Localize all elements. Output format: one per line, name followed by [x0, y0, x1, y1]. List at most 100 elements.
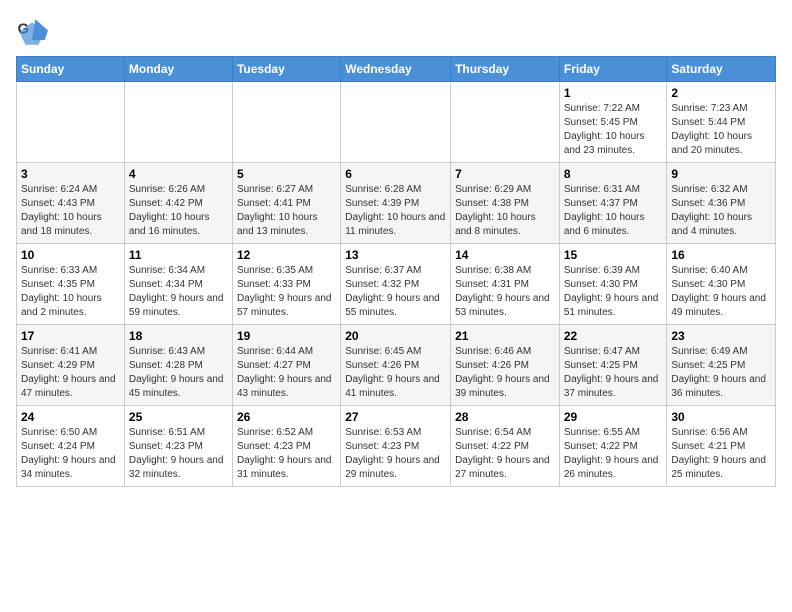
calendar-cell: 25Sunrise: 6:51 AM Sunset: 4:23 PM Dayli… [124, 406, 232, 487]
day-info: Sunrise: 6:28 AM Sunset: 4:39 PM Dayligh… [345, 183, 446, 239]
calendar-cell: 20 Sunrise: 6:45 AM Sunset: 4:26 PM Dayli… [341, 325, 451, 406]
day-number: 16 [671, 248, 771, 262]
weekday-header: Sunday [17, 57, 125, 82]
calendar-cell: 15 Sunrise: 6:39 AM Sunset: 4:30 PM Dayli… [559, 244, 667, 325]
day-info: Sunrise: 6:49 AM Sunset: 4:25 PM Dayligh… [671, 345, 771, 401]
calendar-cell: 8Sunrise: 6:31 AM Sunset: 4:37 PM Daylig… [559, 163, 667, 244]
day-number: 19 [237, 329, 336, 343]
calendar-cell: 12Sunrise: 6:35 AM Sunset: 4:33 PM Dayli… [232, 244, 340, 325]
day-info: Sunrise: 6:37 AM Sunset: 4:32 PM Dayligh… [345, 264, 446, 320]
day-number: 13 [345, 248, 446, 262]
day-number: 30 [671, 410, 771, 424]
day-number: 29 [564, 410, 663, 424]
logo: G [16, 16, 52, 48]
day-info: Sunrise: 6:34 AM Sunset: 4:34 PM Dayligh… [129, 264, 228, 320]
weekday-header: Monday [124, 57, 232, 82]
calendar-cell [17, 82, 125, 163]
calendar-cell: 24 Sunrise: 6:50 AM Sunset: 4:24 PM Dayli… [17, 406, 125, 487]
day-info: Sunrise: 6:39 AM Sunset: 4:30 PM Dayligh… [564, 264, 663, 320]
day-number: 3 [21, 167, 120, 181]
calendar-cell: 5Sunrise: 6:27 AM Sunset: 4:41 PM Daylig… [232, 163, 340, 244]
day-number: 9 [671, 167, 771, 181]
day-info: Sunrise: 7:23 AM Sunset: 5:44 PM Dayligh… [671, 102, 771, 158]
day-info: Sunrise: 6:38 AM Sunset: 4:31 PM Dayligh… [455, 264, 555, 320]
day-number: 10 [21, 248, 120, 262]
calendar-cell [341, 82, 451, 163]
day-number: 23 [671, 329, 771, 343]
day-info: Sunrise: 6:41 AM Sunset: 4:29 PM Dayligh… [21, 345, 120, 401]
calendar-cell: 21 Sunrise: 6:46 AM Sunset: 4:26 PM Dayli… [451, 325, 560, 406]
weekday-row: SundayMondayTuesdayWednesdayThursdayFrid… [17, 57, 776, 82]
calendar-cell: 11 Sunrise: 6:34 AM Sunset: 4:34 PM Dayli… [124, 244, 232, 325]
day-number: 1 [564, 86, 663, 100]
calendar-cell: 30 Sunrise: 6:56 AM Sunset: 4:21 PM Dayli… [667, 406, 776, 487]
day-number: 14 [455, 248, 555, 262]
day-info: Sunrise: 6:55 AM Sunset: 4:22 PM Dayligh… [564, 426, 663, 482]
logo-icon: G [16, 16, 48, 48]
calendar-week-row: 24 Sunrise: 6:50 AM Sunset: 4:24 PM Dayli… [17, 406, 776, 487]
calendar-cell: 29 Sunrise: 6:55 AM Sunset: 4:22 PM Dayli… [559, 406, 667, 487]
day-info: Sunrise: 6:53 AM Sunset: 4:23 PM Dayligh… [345, 426, 446, 482]
day-info: Sunrise: 7:22 AM Sunset: 5:45 PM Dayligh… [564, 102, 663, 158]
calendar-cell: 6Sunrise: 6:28 AM Sunset: 4:39 PM Daylig… [341, 163, 451, 244]
day-info: Sunrise: 6:26 AM Sunset: 4:42 PM Dayligh… [129, 183, 228, 239]
day-info: Sunrise: 6:52 AM Sunset: 4:23 PM Dayligh… [237, 426, 336, 482]
day-info: Sunrise: 6:47 AM Sunset: 4:25 PM Dayligh… [564, 345, 663, 401]
day-number: 5 [237, 167, 336, 181]
day-number: 18 [129, 329, 228, 343]
day-number: 22 [564, 329, 663, 343]
calendar-cell: 27 Sunrise: 6:53 AM Sunset: 4:23 PM Dayli… [341, 406, 451, 487]
calendar-cell: 23 Sunrise: 6:49 AM Sunset: 4:25 PM Dayli… [667, 325, 776, 406]
calendar-cell: 1 Sunrise: 7:22 AM Sunset: 5:45 PM Daylig… [559, 82, 667, 163]
day-info: Sunrise: 6:24 AM Sunset: 4:43 PM Dayligh… [21, 183, 120, 239]
day-info: Sunrise: 6:32 AM Sunset: 4:36 PM Dayligh… [671, 183, 771, 239]
calendar-cell: 9 Sunrise: 6:32 AM Sunset: 4:36 PM Daylig… [667, 163, 776, 244]
calendar-cell: 14 Sunrise: 6:38 AM Sunset: 4:31 PM Dayli… [451, 244, 560, 325]
calendar-cell [451, 82, 560, 163]
calendar-cell: 4 Sunrise: 6:26 AM Sunset: 4:42 PM Daylig… [124, 163, 232, 244]
weekday-header: Wednesday [341, 57, 451, 82]
day-number: 15 [564, 248, 663, 262]
calendar-week-row: 17 Sunrise: 6:41 AM Sunset: 4:29 PM Dayli… [17, 325, 776, 406]
day-number: 12 [237, 248, 336, 262]
calendar-week-row: 1 Sunrise: 7:22 AM Sunset: 5:45 PM Daylig… [17, 82, 776, 163]
weekday-header: Thursday [451, 57, 560, 82]
calendar-table: SundayMondayTuesdayWednesdayThursdayFrid… [16, 56, 776, 487]
day-number: 4 [129, 167, 228, 181]
calendar-cell: 22 Sunrise: 6:47 AM Sunset: 4:25 PM Dayli… [559, 325, 667, 406]
calendar-cell: 17 Sunrise: 6:41 AM Sunset: 4:29 PM Dayli… [17, 325, 125, 406]
day-info: Sunrise: 6:46 AM Sunset: 4:26 PM Dayligh… [455, 345, 555, 401]
day-number: 2 [671, 86, 771, 100]
day-number: 25 [129, 410, 228, 424]
page-header: G [16, 16, 776, 48]
day-number: 20 [345, 329, 446, 343]
day-info: Sunrise: 6:50 AM Sunset: 4:24 PM Dayligh… [21, 426, 120, 482]
day-number: 21 [455, 329, 555, 343]
weekday-header: Tuesday [232, 57, 340, 82]
day-info: Sunrise: 6:33 AM Sunset: 4:35 PM Dayligh… [21, 264, 120, 320]
calendar-cell: 28 Sunrise: 6:54 AM Sunset: 4:22 PM Dayli… [451, 406, 560, 487]
calendar-week-row: 10 Sunrise: 6:33 AM Sunset: 4:35 PM Dayli… [17, 244, 776, 325]
calendar-cell: 2 Sunrise: 7:23 AM Sunset: 5:44 PM Daylig… [667, 82, 776, 163]
calendar-cell: 7Sunrise: 6:29 AM Sunset: 4:38 PM Daylig… [451, 163, 560, 244]
calendar-cell: 3 Sunrise: 6:24 AM Sunset: 4:43 PM Daylig… [17, 163, 125, 244]
day-info: Sunrise: 6:43 AM Sunset: 4:28 PM Dayligh… [129, 345, 228, 401]
day-info: Sunrise: 6:54 AM Sunset: 4:22 PM Dayligh… [455, 426, 555, 482]
day-info: Sunrise: 6:56 AM Sunset: 4:21 PM Dayligh… [671, 426, 771, 482]
day-number: 28 [455, 410, 555, 424]
day-number: 11 [129, 248, 228, 262]
calendar-cell: 18 Sunrise: 6:43 AM Sunset: 4:28 PM Dayli… [124, 325, 232, 406]
calendar-cell: 26 Sunrise: 6:52 AM Sunset: 4:23 PM Dayli… [232, 406, 340, 487]
day-info: Sunrise: 6:40 AM Sunset: 4:30 PM Dayligh… [671, 264, 771, 320]
day-info: Sunrise: 6:45 AM Sunset: 4:26 PM Dayligh… [345, 345, 446, 401]
calendar-cell: 16 Sunrise: 6:40 AM Sunset: 4:30 PM Dayli… [667, 244, 776, 325]
day-number: 24 [21, 410, 120, 424]
day-number: 17 [21, 329, 120, 343]
weekday-header: Friday [559, 57, 667, 82]
calendar-cell: 10 Sunrise: 6:33 AM Sunset: 4:35 PM Dayli… [17, 244, 125, 325]
day-number: 7 [455, 167, 555, 181]
calendar-cell: 19Sunrise: 6:44 AM Sunset: 4:27 PM Dayli… [232, 325, 340, 406]
day-number: 26 [237, 410, 336, 424]
day-number: 27 [345, 410, 446, 424]
calendar-week-row: 3 Sunrise: 6:24 AM Sunset: 4:43 PM Daylig… [17, 163, 776, 244]
